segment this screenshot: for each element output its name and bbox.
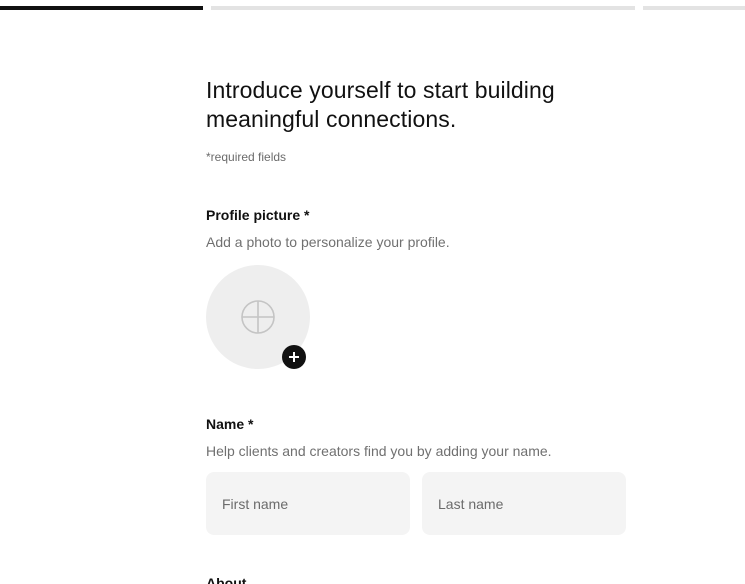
plus-icon — [288, 351, 300, 363]
name-fields — [206, 472, 626, 535]
name-label: Name * — [206, 416, 254, 432]
crosshair-icon — [240, 299, 276, 335]
progress-steps — [0, 6, 745, 10]
add-photo-button[interactable] — [282, 345, 306, 369]
page-title: Introduce yourself to start building mea… — [206, 77, 555, 132]
about-section: About — [206, 575, 626, 584]
about-label: About — [206, 575, 247, 584]
profile-picture-label: Profile picture * — [206, 207, 310, 223]
progress-step-3 — [643, 6, 745, 10]
profile-picture-section: Profile picture * Add a photo to persona… — [206, 207, 626, 369]
onboarding-page: Introduce yourself to start building mea… — [0, 0, 745, 584]
first-name-input[interactable] — [206, 472, 410, 535]
progress-step-1 — [0, 6, 203, 10]
progress-step-2 — [211, 6, 635, 10]
profile-picture-help: Add a photo to personalize your profile. — [206, 234, 450, 250]
last-name-input[interactable] — [422, 472, 626, 535]
profile-form: Introduce yourself to start building mea… — [206, 76, 626, 584]
avatar-upload — [206, 265, 310, 369]
name-section: Name * Help clients and creators find yo… — [206, 416, 626, 535]
name-help: Help clients and creators find you by ad… — [206, 443, 552, 459]
required-fields-note: *required fields — [206, 150, 287, 164]
